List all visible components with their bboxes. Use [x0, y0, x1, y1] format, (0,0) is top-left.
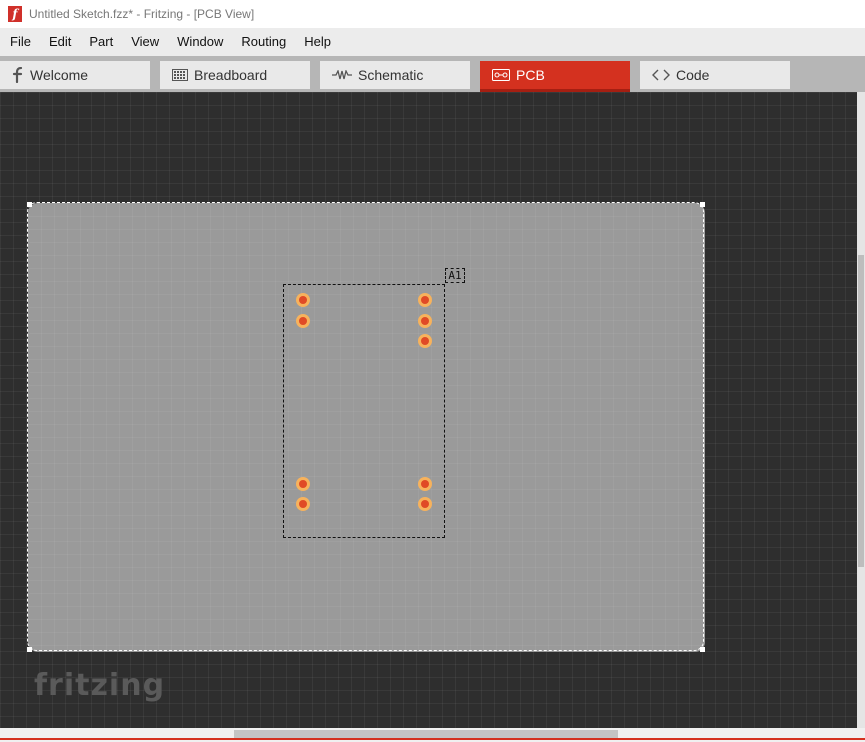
pad[interactable]: [418, 477, 432, 491]
selection-handle-bottom-right[interactable]: [700, 647, 705, 652]
fritzing-logo: fritzing: [34, 668, 166, 703]
tab-pcb[interactable]: PCB: [480, 61, 630, 92]
tab-breadboard-label: Breadboard: [194, 67, 268, 83]
horizontal-scrollbar-thumb[interactable]: [234, 730, 618, 738]
menu-routing[interactable]: Routing: [231, 28, 294, 56]
menu-part[interactable]: Part: [79, 28, 121, 56]
pad[interactable]: [296, 497, 310, 511]
breadboard-icon: [172, 69, 188, 81]
menu-edit[interactable]: Edit: [39, 28, 79, 56]
menu-help[interactable]: Help: [294, 28, 339, 56]
pad[interactable]: [418, 314, 432, 328]
part-a1-label[interactable]: A1: [445, 268, 465, 283]
tab-welcome[interactable]: Welcome: [0, 61, 150, 89]
code-brackets-icon: [652, 69, 670, 81]
tab-schematic-label: Schematic: [358, 67, 424, 83]
selection-handle-top-left[interactable]: [27, 202, 32, 207]
title-bar: f Untitled Sketch.fzz* - Fritzing - [PCB…: [0, 0, 865, 28]
tab-code-label: Code: [676, 67, 710, 83]
pad[interactable]: [296, 293, 310, 307]
tab-pcb-label: PCB: [516, 67, 545, 83]
pad[interactable]: [296, 477, 310, 491]
bottom-accent-line: [0, 738, 865, 740]
vertical-scrollbar-thumb[interactable]: [858, 255, 864, 567]
selection-handle-bottom-left[interactable]: [27, 647, 32, 652]
pcb-icon: [492, 69, 510, 81]
tab-breadboard[interactable]: Breadboard: [160, 61, 310, 89]
fritzing-f-icon: [12, 67, 24, 83]
pad[interactable]: [418, 334, 432, 348]
resistor-icon: [332, 70, 352, 80]
menu-file[interactable]: File: [0, 28, 39, 56]
menu-view[interactable]: View: [121, 28, 167, 56]
tab-schematic[interactable]: Schematic: [320, 61, 470, 89]
tab-code[interactable]: Code: [640, 61, 790, 89]
pad[interactable]: [418, 293, 432, 307]
window-title: Untitled Sketch.fzz* - Fritzing - [PCB V…: [29, 7, 255, 21]
menu-bar: File Edit Part View Window Routing Help: [0, 28, 865, 56]
pad[interactable]: [418, 497, 432, 511]
fritzing-app-icon: f: [8, 6, 22, 22]
selection-handle-top-right[interactable]: [700, 202, 705, 207]
menu-window[interactable]: Window: [167, 28, 231, 56]
tab-welcome-label: Welcome: [30, 67, 89, 83]
pad[interactable]: [296, 314, 310, 328]
view-tab-strip: Welcome Breadboard Schematic PCB Code: [0, 56, 865, 92]
